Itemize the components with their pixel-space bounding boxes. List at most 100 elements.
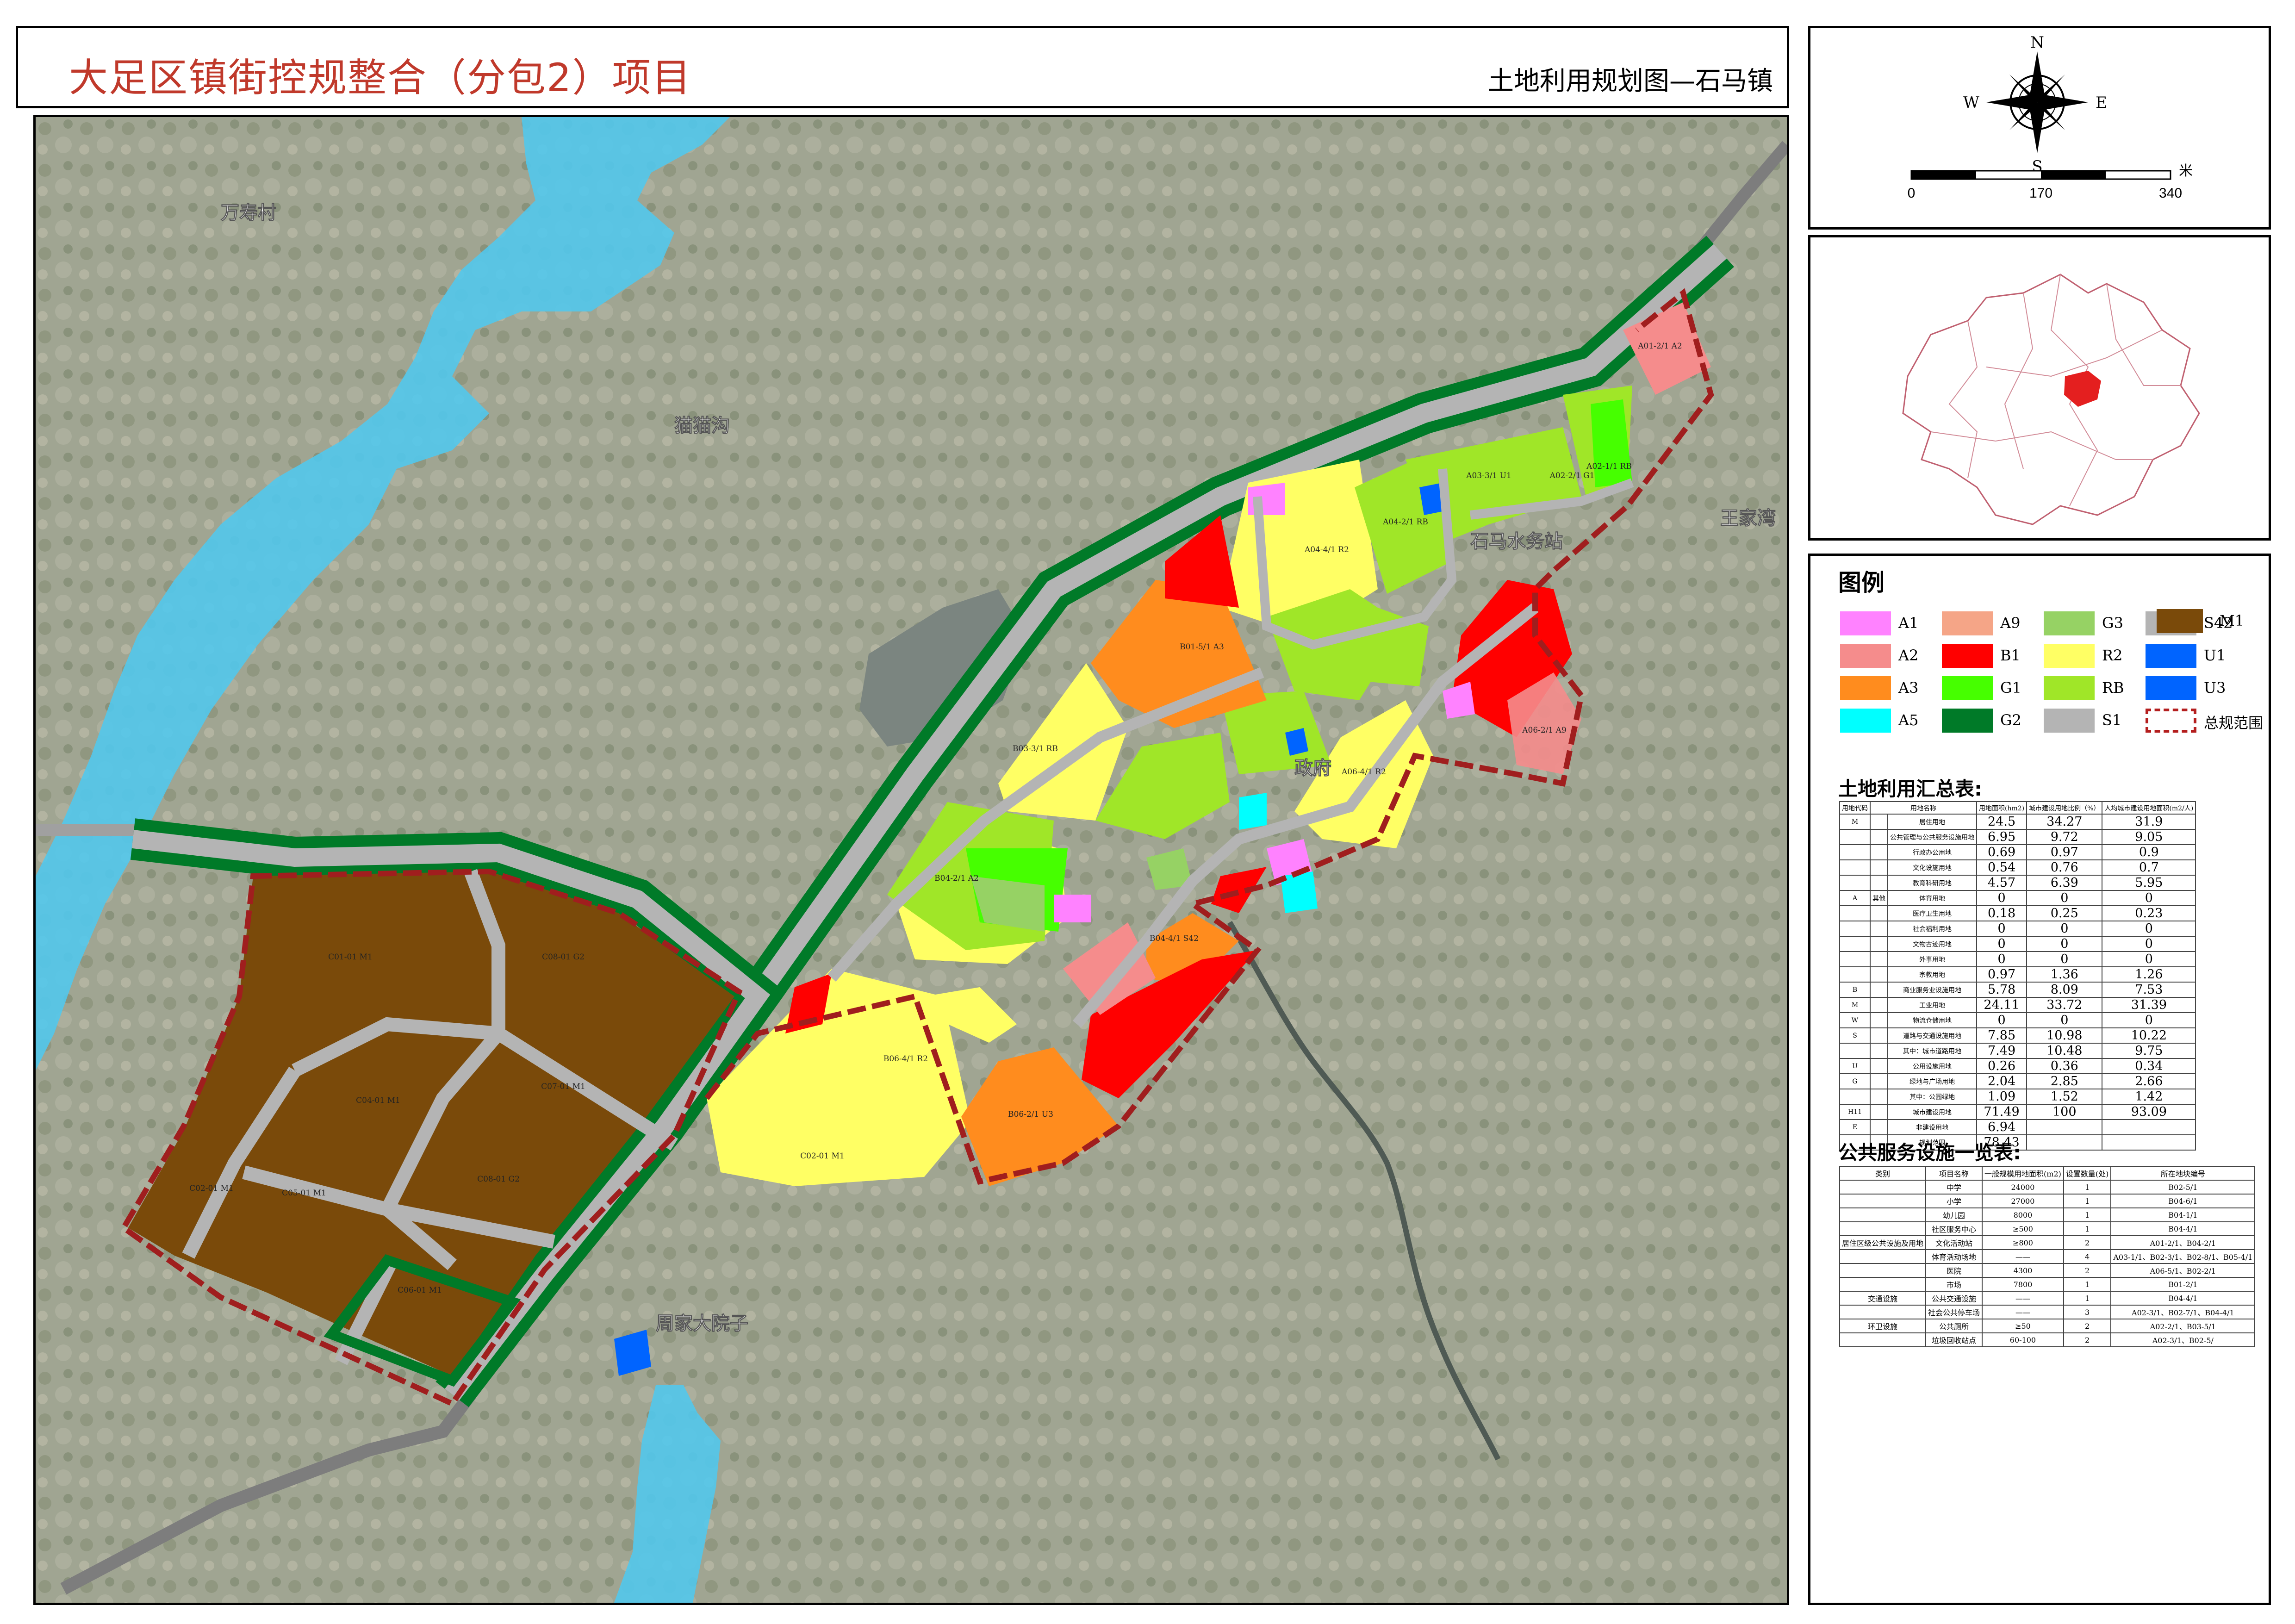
table-row: 文化设施用地 0.54 0.76 0.7	[1839, 859, 2196, 876]
table-cell: 0	[2102, 1012, 2196, 1028]
table-row: S 道路与交通设施用地 7.85 10.98 10.22	[1839, 1027, 2196, 1044]
legend-swatch-g2	[1942, 709, 1993, 733]
table-cell: 0.54	[1976, 859, 2028, 876]
table-cell: 0	[2102, 936, 2196, 952]
svg-text:B01-5/1 A3: B01-5/1 A3	[1180, 642, 1224, 652]
table-cell	[1870, 905, 1888, 921]
legend-title: 图例	[1838, 569, 1885, 596]
table-cell: 0.7	[2102, 859, 2196, 876]
land-summary-title: 土地利用汇总表:	[1838, 778, 1982, 800]
table-cell: W	[1839, 1012, 1871, 1028]
table-header: 人均城市建设用地面积(m2/人)	[2102, 801, 2196, 815]
legend-label: B1	[2000, 647, 2021, 664]
table-cell: 0	[2026, 951, 2103, 967]
table-cell: 2	[2063, 1332, 2112, 1347]
table-cell	[1839, 875, 1871, 891]
table-header: 项目名称	[1925, 1166, 1983, 1181]
table-row: 社会公共停车场 —— 3 A02-3/1、B02-7/1、B04-4/1	[1839, 1305, 2256, 1319]
public-services-table: 类别 项目名称 一般规模用地面积(m2) 设置数量(处) 所在地块编号 中学 24…	[1839, 1166, 2256, 1347]
map-panel[interactable]: A01-2/1 A2 A02-1/1 RB A02-2/1 G1 A03-3/1…	[33, 115, 1789, 1605]
table-row: 文物古迹用地 0 0 0	[1839, 936, 2196, 952]
table-row: 外事用地 0 0 0	[1839, 951, 2196, 967]
table-cell: 非建设用地	[1887, 1119, 1977, 1135]
table-cell: 其他	[1870, 890, 1888, 906]
table-cell	[2102, 1119, 2196, 1135]
locator-panel	[1808, 235, 2271, 541]
table-cell	[1870, 982, 1888, 998]
table-cell: 0	[1976, 936, 2028, 952]
scale-bar: 0 170 340 米	[1908, 163, 2193, 201]
table-cell	[1870, 829, 1888, 845]
table-cell	[1839, 936, 1871, 952]
legend-label: 总规范围	[2204, 714, 2264, 732]
table-cell: ——	[1982, 1305, 2064, 1319]
table-cell: 社区服务中心	[1925, 1221, 1983, 1236]
legend-label: G1	[2000, 679, 2021, 697]
table-cell: 5.78	[1976, 982, 2028, 998]
table-cell	[1870, 1027, 1888, 1044]
table-cell: 环卫设施	[1839, 1319, 1927, 1333]
table-cell: 93.09	[2102, 1104, 2196, 1120]
svg-text:周家大院子: 周家大院子	[656, 1313, 748, 1334]
table-cell	[1839, 1305, 1927, 1319]
svg-text:B06-2/1 U3: B06-2/1 U3	[1008, 1110, 1053, 1119]
table-header: 用地代码	[1839, 801, 1871, 815]
table-cell	[1870, 966, 1888, 983]
table-cell: A	[1839, 890, 1871, 906]
table-cell: 6.39	[2026, 875, 2103, 891]
svg-text:B03-3/1 RB: B03-3/1 RB	[1013, 744, 1058, 753]
table-cell: 行政办公用地	[1887, 844, 1977, 860]
table-cell: 7.85	[1976, 1027, 2028, 1044]
table-cell	[1839, 1207, 1927, 1222]
table-cell: S	[1839, 1027, 1871, 1044]
table-row: 体育活动场地 —— 4 A03-1/1、B02-3/1、B02-8/1、B05-4/1	[1839, 1249, 2256, 1264]
svg-text:A06-2/1 A9: A06-2/1 A9	[1522, 726, 1567, 735]
table-cell: 工业用地	[1887, 997, 1977, 1013]
svg-text:C01-01 M1: C01-01 M1	[328, 952, 373, 962]
table-cell: 0	[1976, 1012, 2028, 1028]
table-cell: 1	[2063, 1221, 2112, 1236]
table-cell	[1870, 1012, 1888, 1028]
table-cell: 31.9	[2102, 814, 2196, 830]
table-cell: 6.95	[1976, 829, 2028, 845]
table-cell	[1870, 1089, 1888, 1105]
table-cell: 物流仓储用地	[1887, 1012, 1977, 1028]
table-cell: 1	[2063, 1207, 2112, 1222]
table-cell: 3	[2063, 1305, 2112, 1319]
table-cell: B04-6/1	[2110, 1194, 2256, 1208]
table-row: 小学 27000 1 B04-6/1	[1839, 1194, 2256, 1208]
table-cell	[1870, 936, 1888, 952]
table-header: 类别	[1839, 1166, 1927, 1181]
map-title: 大足区镇街控规整合（分包2）项目	[69, 55, 692, 100]
legend-panel: 图例 A1 A2 A3 A5 A9 B1 G1 G2 G3 R2 RB S1 S…	[1808, 554, 2271, 1605]
shima-town-highlight	[2064, 371, 2101, 407]
legend-swatch-a3	[1840, 676, 1891, 700]
table-cell: 9.75	[2102, 1043, 2196, 1059]
table-header: 所在地块编号	[2110, 1166, 2256, 1181]
table-cell: 教育科研用地	[1887, 875, 1977, 891]
legend-swatch-a9	[1942, 611, 1993, 635]
table-cell	[1839, 829, 1871, 845]
table-cell: 1.26	[2102, 966, 2196, 983]
table-row: 行政办公用地 0.69 0.97 0.9	[1839, 844, 2196, 860]
table-cell	[1870, 814, 1888, 830]
table-cell: 6.94	[1976, 1119, 2028, 1135]
table-cell: H11	[1839, 1104, 1871, 1120]
land-use-map[interactable]: A01-2/1 A2 A02-1/1 RB A02-2/1 G1 A03-3/1…	[36, 117, 1787, 1603]
north-arrow-icon: N S E W 0 170 340 米	[1908, 33, 2193, 201]
table-cell: 0	[2026, 1012, 2103, 1028]
table-row: 医疗卫生用地 0.18 0.25 0.23	[1839, 905, 2196, 921]
table-cell	[1870, 859, 1888, 876]
table-row: 公共管理与公共服务设施用地 6.95 9.72 9.05	[1839, 829, 2196, 845]
svg-text:C08-01 G2: C08-01 G2	[477, 1175, 520, 1184]
svg-text:C06-01 M1: C06-01 M1	[398, 1286, 442, 1295]
legend-label: S1	[2102, 711, 2122, 729]
table-row: U 公用设施用地 0.26 0.36 0.34	[1839, 1058, 2196, 1074]
table-row: M 工业用地 24.11 33.72 31.39	[1839, 997, 2196, 1013]
table-cell	[1870, 875, 1888, 891]
table-cell	[1870, 1073, 1888, 1089]
table-cell: 0	[1976, 921, 2028, 937]
table-cell: 10.98	[2026, 1027, 2103, 1044]
svg-text:猫猫沟: 猫猫沟	[674, 415, 730, 436]
table-cell: 1.09	[1976, 1089, 2028, 1105]
